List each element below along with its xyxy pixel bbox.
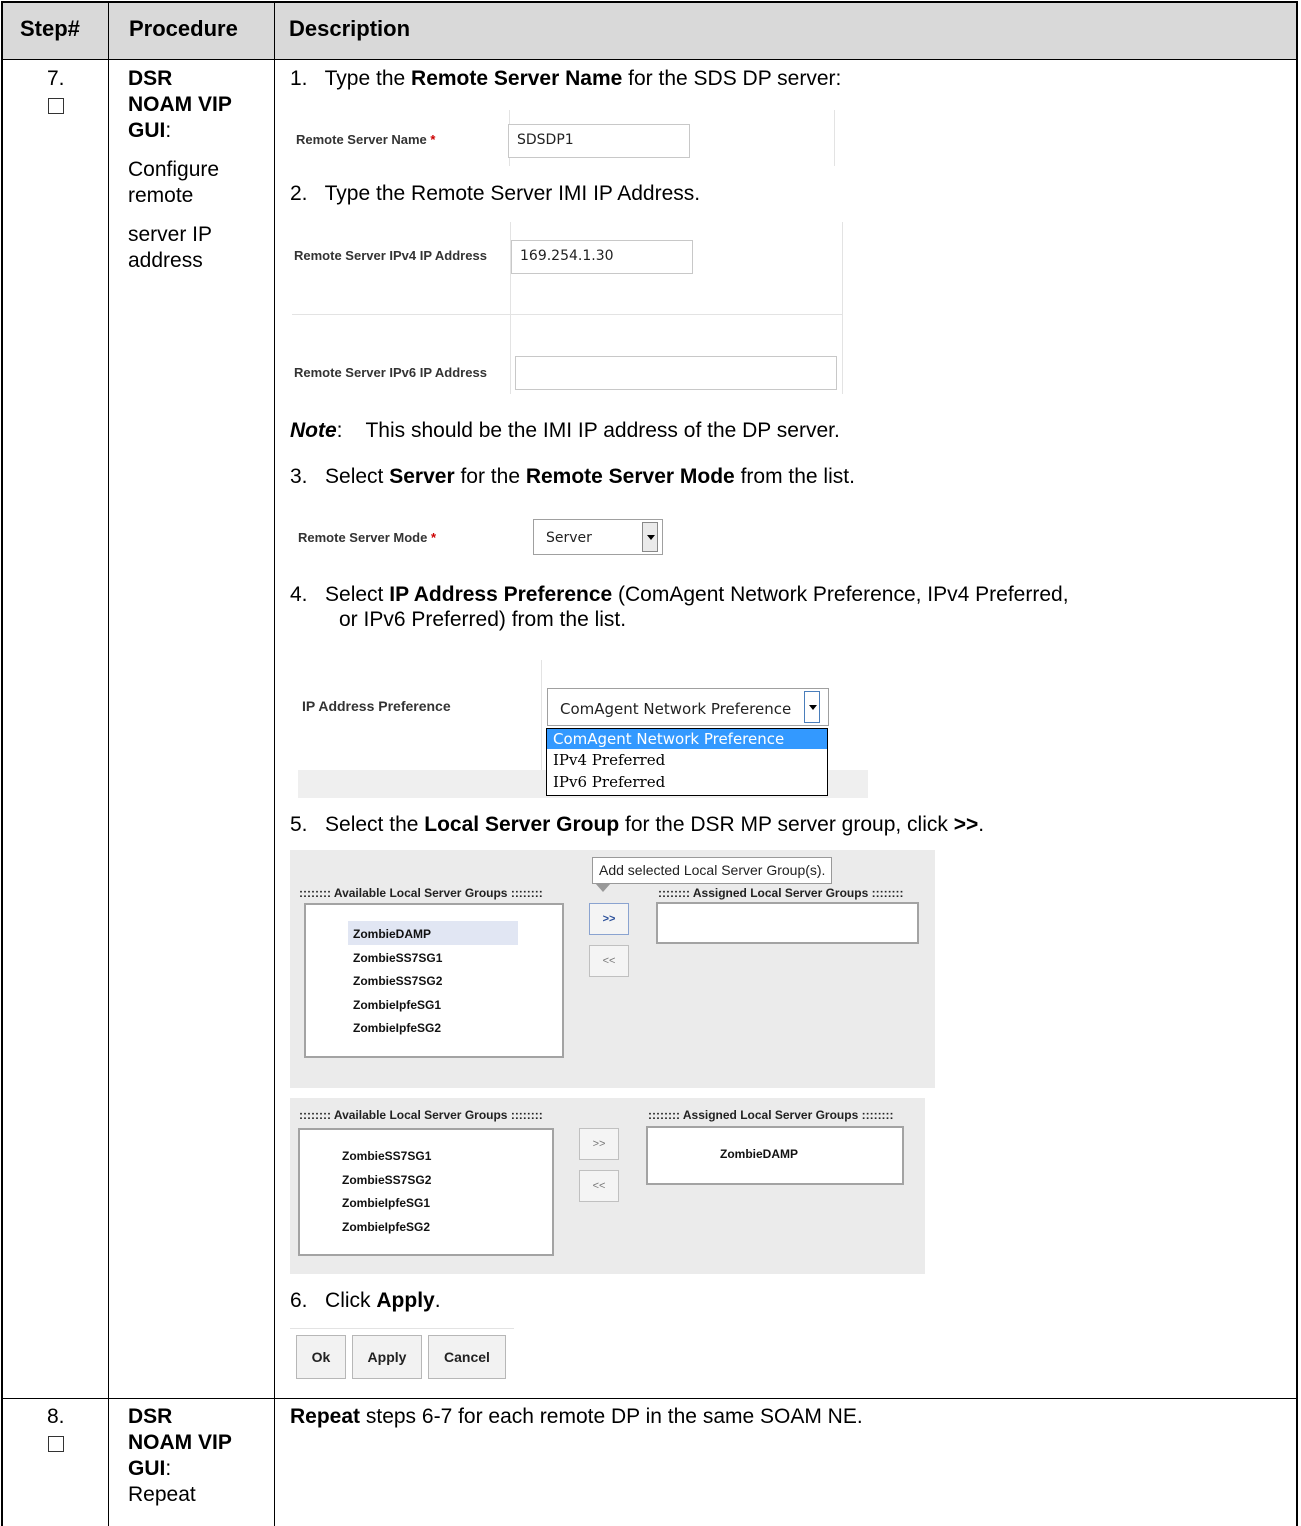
option-ipv4-preferred[interactable]: IPv4 Preferred — [547, 750, 827, 770]
assigned-groups-header: :::::::: Assigned Local Server Groups ::… — [658, 886, 904, 900]
header-description: Description — [289, 16, 411, 41]
ok-button[interactable]: Ok — [296, 1335, 346, 1379]
column-divider-1 — [108, 1, 109, 1526]
form-row-divider — [292, 314, 842, 315]
procedure-title-3: GUI: — [128, 1457, 172, 1480]
list-item[interactable]: ZombieIpfeSG2 — [353, 1021, 441, 1035]
instruction-3: 3. Select Server for the Remote Server M… — [290, 465, 855, 488]
option-ipv6-preferred[interactable]: IPv6 Preferred — [547, 772, 827, 792]
header-bottom-border — [1, 59, 1298, 60]
form-divider — [842, 222, 843, 394]
step-number: 8. — [47, 1405, 65, 1428]
ipv4-address-label: Remote Server IPv4 IP Address — [294, 248, 487, 263]
instruction-4-line-2: or IPv6 Preferred) from the list. — [339, 608, 627, 631]
available-groups-list[interactable]: ZombieSS7SG1 ZombieSS7SG2 ZombieIpfeSG1 … — [298, 1128, 554, 1256]
assigned-groups-list[interactable]: ZombieDAMP — [646, 1126, 904, 1185]
instruction-2: 2. Type the Remote Server IMI IP Address… — [290, 182, 701, 205]
procedure-title-2: NOAM VIP — [128, 93, 232, 116]
cancel-button[interactable]: Cancel — [428, 1335, 506, 1379]
table-border-right — [1296, 1, 1298, 1526]
procedure-title-1: DSR — [128, 67, 173, 90]
step-number: 7. — [47, 67, 65, 90]
list-item[interactable]: ZombieIpfeSG2 — [342, 1220, 430, 1234]
header-procedure: Procedure — [129, 16, 238, 41]
available-groups-list[interactable]: ZombieDAMP ZombieSS7SG1 ZombieSS7SG2 Zom… — [304, 903, 564, 1058]
remote-server-name-label: Remote Server Name * — [296, 132, 436, 147]
add-group-button[interactable]: >> — [589, 903, 629, 935]
column-divider-2 — [274, 1, 275, 1526]
server-group-selector-before: :::::::: Available Local Server Groups :… — [290, 850, 935, 1088]
procedure-title-2: NOAM VIP — [128, 1431, 232, 1454]
procedure-line-5: remote — [128, 184, 194, 207]
remote-server-mode-value: Server — [546, 530, 592, 546]
instruction-6: 6. Click Apply. — [290, 1289, 441, 1312]
button-bar-top-border — [290, 1328, 514, 1329]
procedure-title-1: DSR — [128, 1405, 173, 1428]
step-checkbox[interactable] — [48, 98, 64, 114]
procedure-line-4: Repeat — [128, 1483, 196, 1506]
list-item[interactable]: ZombieSS7SG2 — [353, 974, 442, 988]
ipv6-address-label: Remote Server IPv6 IP Address — [294, 365, 487, 380]
available-groups-header: :::::::: Available Local Server Groups :… — [299, 886, 543, 900]
ip-address-preference-options: ComAgent Network Preference IPv4 Preferr… — [546, 728, 828, 796]
ipv4-address-input[interactable]: 169.254.1.30 — [511, 240, 693, 274]
tooltip-pointer — [595, 883, 611, 892]
step-checkbox[interactable] — [48, 1436, 64, 1452]
add-groups-tooltip: Add selected Local Server Group(s). — [592, 857, 833, 884]
row-divider — [1, 1398, 1298, 1399]
server-group-selector-after: :::::::: Available Local Server Groups :… — [290, 1098, 925, 1274]
header-step: Step# — [20, 16, 80, 41]
list-item[interactable]: ZombieIpfeSG1 — [353, 998, 441, 1012]
instruction-1: 1. Type the Remote Server Name for the S… — [290, 67, 842, 90]
instruction-5: 5. Select the Local Server Group for the… — [290, 813, 985, 836]
list-item[interactable]: ZombieSS7SG1 — [353, 951, 442, 965]
ip-address-preference-value: ComAgent Network Preference — [560, 700, 792, 718]
remote-server-mode-label: Remote Server Mode * — [298, 530, 437, 545]
list-item[interactable]: ZombieDAMP — [353, 927, 431, 941]
ip-address-preference-label: IP Address Preference — [302, 698, 451, 714]
list-item[interactable]: ZombieSS7SG2 — [342, 1173, 431, 1187]
assigned-groups-list[interactable] — [656, 902, 919, 944]
note: Note: This should be the IMI IP address … — [290, 419, 840, 442]
table-border-left — [1, 1, 3, 1526]
apply-button[interactable]: Apply — [352, 1335, 422, 1379]
repeat-instruction: Repeat steps 6-7 for each remote DP in t… — [290, 1405, 863, 1428]
instruction-4: 4. Select IP Address Preference (ComAgen… — [290, 583, 1069, 606]
remote-server-mode-select[interactable]: Server — [533, 519, 663, 555]
list-item[interactable]: ZombieSS7SG1 — [342, 1149, 431, 1163]
procedure-line-6: server IP — [128, 223, 213, 246]
chevron-down-icon[interactable] — [804, 691, 820, 723]
list-item[interactable]: ZombieIpfeSG1 — [342, 1196, 430, 1210]
assigned-groups-header: :::::::: Assigned Local Server Groups ::… — [648, 1108, 894, 1122]
remove-group-button[interactable]: << — [589, 945, 629, 977]
remove-group-button[interactable]: << — [579, 1170, 619, 1202]
remote-server-name-input[interactable]: SDSDP1 — [508, 124, 690, 158]
ip-address-preference-select[interactable]: ComAgent Network Preference — [547, 688, 829, 726]
form-divider — [834, 110, 835, 166]
option-comagent-network-preference[interactable]: ComAgent Network Preference — [547, 729, 827, 749]
procedure-line-4: Configure — [128, 158, 220, 181]
available-groups-header: :::::::: Available Local Server Groups :… — [299, 1108, 543, 1122]
procedure-title-3: GUI: — [128, 119, 172, 142]
procedure-line-7: address — [128, 249, 203, 272]
list-item[interactable]: ZombieDAMP — [720, 1147, 798, 1161]
add-group-button[interactable]: >> — [579, 1128, 619, 1160]
chevron-down-icon[interactable] — [642, 522, 658, 552]
ipv6-address-input[interactable] — [515, 356, 837, 390]
table-border-top — [1, 1, 1298, 3]
